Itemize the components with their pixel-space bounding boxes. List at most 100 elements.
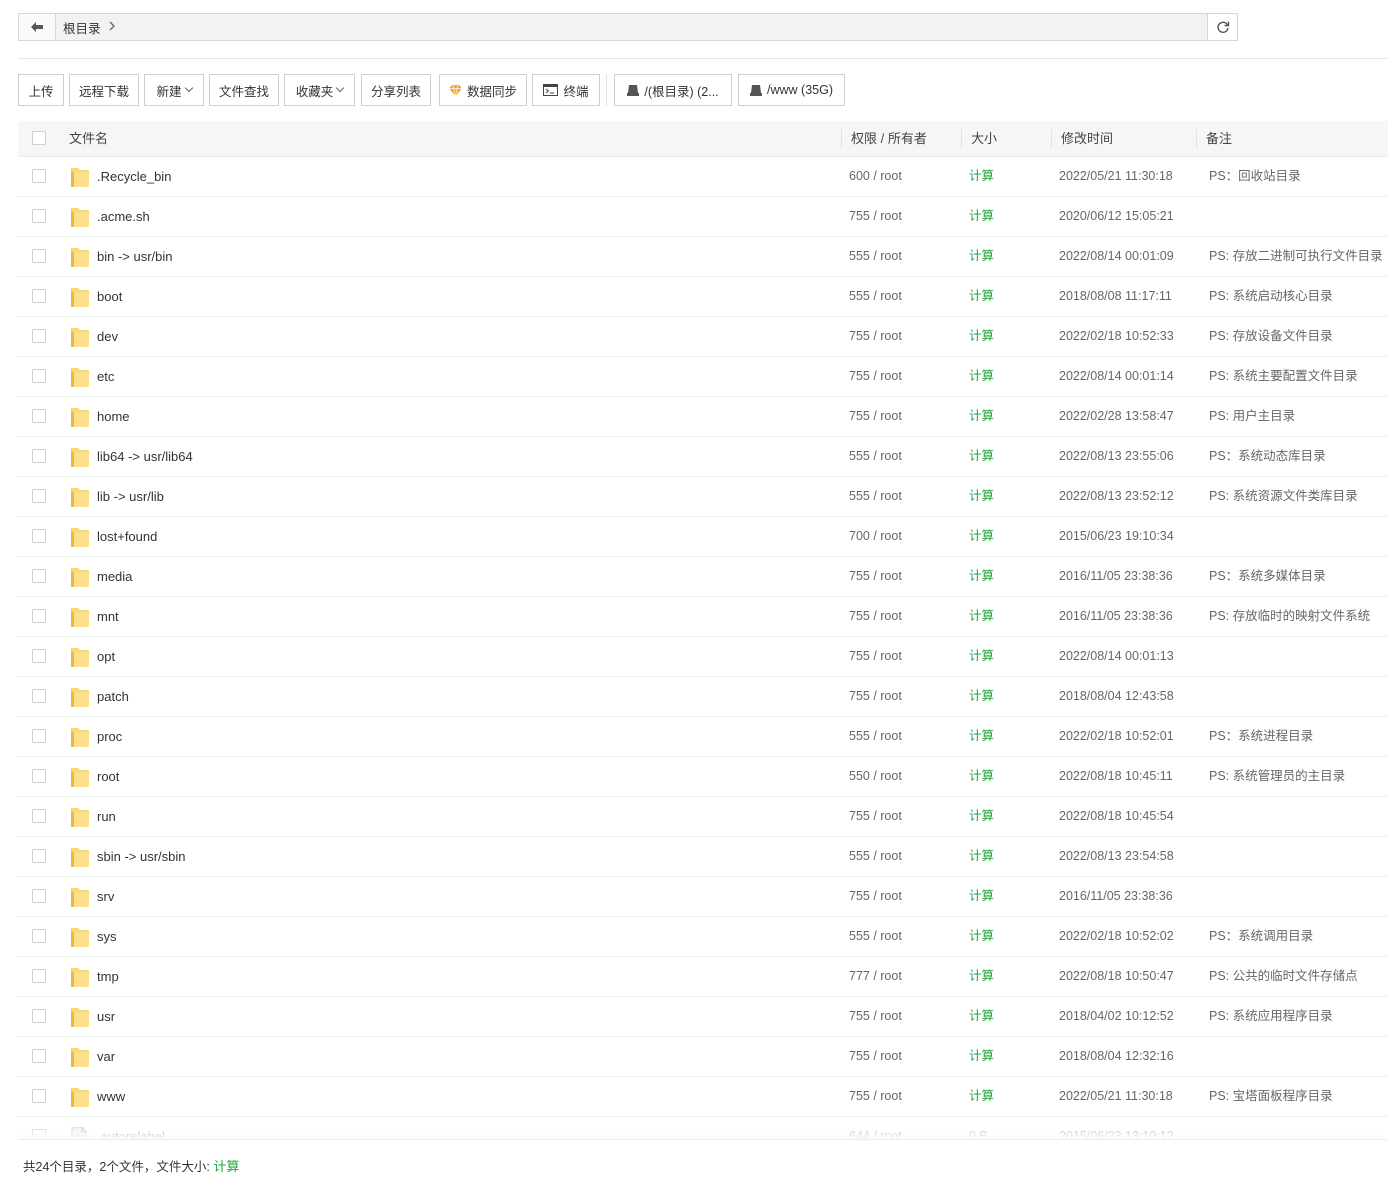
favorites-dropdown-button[interactable]: 收藏夹: [284, 74, 355, 106]
table-row[interactable]: sys 555 / root 计算 2022/02/18 10:52:02 PS：系统调…: [18, 917, 1388, 957]
row-checkbox[interactable]: [32, 969, 46, 983]
calc-size-link[interactable]: 计算: [969, 357, 994, 396]
row-checkbox[interactable]: [32, 609, 46, 623]
permission-owner-link[interactable]: 555 / root: [849, 277, 902, 316]
calc-size-link[interactable]: 计算: [969, 677, 994, 716]
note-text[interactable]: PS: 用户主目录: [1209, 397, 1295, 436]
file-name-link[interactable]: .Recycle_bin: [97, 157, 171, 196]
table-row[interactable]: proc 555 / root 计算 2022/02/18 10:52:01 PS：系统…: [18, 717, 1388, 757]
table-row[interactable]: sbin -> usr/sbin 555 / root 计算 2022/08/13 2…: [18, 837, 1388, 877]
table-row[interactable]: www 755 / root 计算 2022/05/21 11:30:18 PS: 宝塔…: [18, 1077, 1388, 1117]
permission-owner-link[interactable]: 777 / root: [849, 957, 902, 996]
calc-size-link[interactable]: 计算: [969, 437, 994, 476]
table-row[interactable]: .acme.sh 755 / root 计算 2020/06/12 15:05:21: [18, 197, 1388, 237]
file-name-link[interactable]: var: [97, 1037, 115, 1076]
file-name-link[interactable]: boot: [97, 277, 122, 316]
file-name-link[interactable]: www: [97, 1077, 125, 1116]
calc-size-link[interactable]: 计算: [969, 797, 994, 836]
file-name-link[interactable]: root: [97, 757, 119, 796]
note-text[interactable]: PS: 公共的临时文件存储点: [1209, 957, 1358, 996]
calc-size-link[interactable]: 计算: [969, 957, 994, 996]
calc-size-link[interactable]: 计算: [969, 757, 994, 796]
row-checkbox[interactable]: [32, 369, 46, 383]
calc-size-link[interactable]: 计算: [969, 517, 994, 556]
header-filename[interactable]: 文件名: [69, 121, 108, 157]
file-name-link[interactable]: usr: [97, 997, 115, 1036]
permission-owner-link[interactable]: 555 / root: [849, 917, 902, 956]
note-text[interactable]: PS：系统多媒体目录: [1209, 557, 1326, 596]
table-row[interactable]: home 755 / root 计算 2022/02/28 13:58:47 PS: 用…: [18, 397, 1388, 437]
row-checkbox[interactable]: [32, 569, 46, 583]
table-row[interactable]: boot 555 / root 计算 2018/08/08 11:17:11 PS: 系…: [18, 277, 1388, 317]
row-checkbox[interactable]: [32, 689, 46, 703]
row-checkbox[interactable]: [32, 769, 46, 783]
terminal-button[interactable]: 终端: [532, 74, 600, 106]
row-checkbox[interactable]: [32, 249, 46, 263]
row-checkbox[interactable]: [32, 169, 46, 183]
new-dropdown-button[interactable]: 新建: [144, 74, 204, 106]
note-text[interactable]: PS：系统动态库目录: [1209, 437, 1326, 476]
calc-total-size-link[interactable]: 计算: [213, 1159, 239, 1174]
row-checkbox[interactable]: [32, 1089, 46, 1103]
calc-size-link[interactable]: 计算: [969, 397, 994, 436]
calc-size-link[interactable]: 计算: [969, 317, 994, 356]
row-checkbox[interactable]: [32, 889, 46, 903]
calc-size-link[interactable]: 计算: [969, 837, 994, 876]
file-name-link[interactable]: run: [97, 797, 116, 836]
file-name-link[interactable]: opt: [97, 637, 115, 676]
calc-size-link[interactable]: 计算: [969, 477, 994, 516]
file-name-link[interactable]: sys: [97, 917, 117, 956]
permission-owner-link[interactable]: 755 / root: [849, 597, 902, 636]
permission-owner-link[interactable]: 755 / root: [849, 997, 902, 1036]
permission-owner-link[interactable]: 550 / root: [849, 757, 902, 796]
calc-size-link[interactable]: 计算: [969, 1037, 994, 1076]
calc-size-link[interactable]: 计算: [969, 717, 994, 756]
permission-owner-link[interactable]: 755 / root: [849, 557, 902, 596]
row-checkbox[interactable]: [32, 529, 46, 543]
table-row[interactable]: usr 755 / root 计算 2018/04/02 10:12:52 PS: 系统…: [18, 997, 1388, 1037]
table-row[interactable]: lib64 -> usr/lib64 555 / root 计算 2022/08/13…: [18, 437, 1388, 477]
row-checkbox[interactable]: [32, 1049, 46, 1063]
note-text[interactable]: PS: 系统主要配置文件目录: [1209, 357, 1358, 396]
row-checkbox[interactable]: [32, 329, 46, 343]
permission-owner-link[interactable]: 700 / root: [849, 517, 902, 556]
row-checkbox[interactable]: [32, 409, 46, 423]
table-row[interactable]: dev 755 / root 计算 2022/02/18 10:52:33 PS: 存放…: [18, 317, 1388, 357]
breadcrumb[interactable]: 根目录: [56, 14, 1207, 40]
row-checkbox[interactable]: [32, 489, 46, 503]
header-note[interactable]: 备注: [1206, 121, 1232, 157]
permission-owner-link[interactable]: 755 / root: [849, 1077, 902, 1116]
note-text[interactable]: PS: 系统启动核心目录: [1209, 277, 1333, 316]
row-checkbox[interactable]: [32, 809, 46, 823]
refresh-button[interactable]: [1207, 14, 1237, 40]
table-row[interactable]: patch 755 / root 计算 2018/08/04 12:43:58: [18, 677, 1388, 717]
table-row[interactable]: var 755 / root 计算 2018/08/04 12:32:16: [18, 1037, 1388, 1077]
note-text[interactable]: PS: 存放设备文件目录: [1209, 317, 1333, 356]
row-checkbox[interactable]: [32, 1009, 46, 1023]
file-search-button[interactable]: 文件查找: [209, 74, 279, 106]
table-row[interactable]: opt 755 / root 计算 2022/08/14 00:01:13: [18, 637, 1388, 677]
row-checkbox[interactable]: [32, 209, 46, 223]
note-text[interactable]: PS：回收站目录: [1209, 157, 1301, 196]
permission-owner-link[interactable]: 755 / root: [849, 637, 902, 676]
table-row[interactable]: run 755 / root 计算 2022/08/18 10:45:54: [18, 797, 1388, 837]
permission-owner-link[interactable]: 755 / root: [849, 357, 902, 396]
data-sync-button[interactable]: 数据同步: [439, 74, 527, 106]
permission-owner-link[interactable]: 755 / root: [849, 397, 902, 436]
calc-size-link[interactable]: 计算: [969, 157, 994, 196]
note-text[interactable]: PS: 系统应用程序目录: [1209, 997, 1333, 1036]
file-name-link[interactable]: etc: [97, 357, 114, 396]
calc-size-link[interactable]: 计算: [969, 1077, 994, 1116]
note-text[interactable]: PS：系统进程目录: [1209, 717, 1313, 756]
note-text[interactable]: PS: 宝塔面板程序目录: [1209, 1077, 1333, 1116]
table-row[interactable]: lost+found 700 / root 计算 2015/06/23 19:10:3…: [18, 517, 1388, 557]
note-text[interactable]: PS: 存放临时的映射文件系统: [1209, 597, 1370, 636]
permission-owner-link[interactable]: 755 / root: [849, 197, 902, 236]
permission-owner-link[interactable]: 555 / root: [849, 837, 902, 876]
file-name-link[interactable]: bin -> usr/bin: [97, 237, 173, 276]
row-checkbox[interactable]: [32, 449, 46, 463]
row-checkbox[interactable]: [32, 849, 46, 863]
table-row[interactable]: mnt 755 / root 计算 2016/11/05 23:38:36 PS: 存放…: [18, 597, 1388, 637]
calc-size-link[interactable]: 计算: [969, 637, 994, 676]
calc-size-link[interactable]: 计算: [969, 997, 994, 1036]
